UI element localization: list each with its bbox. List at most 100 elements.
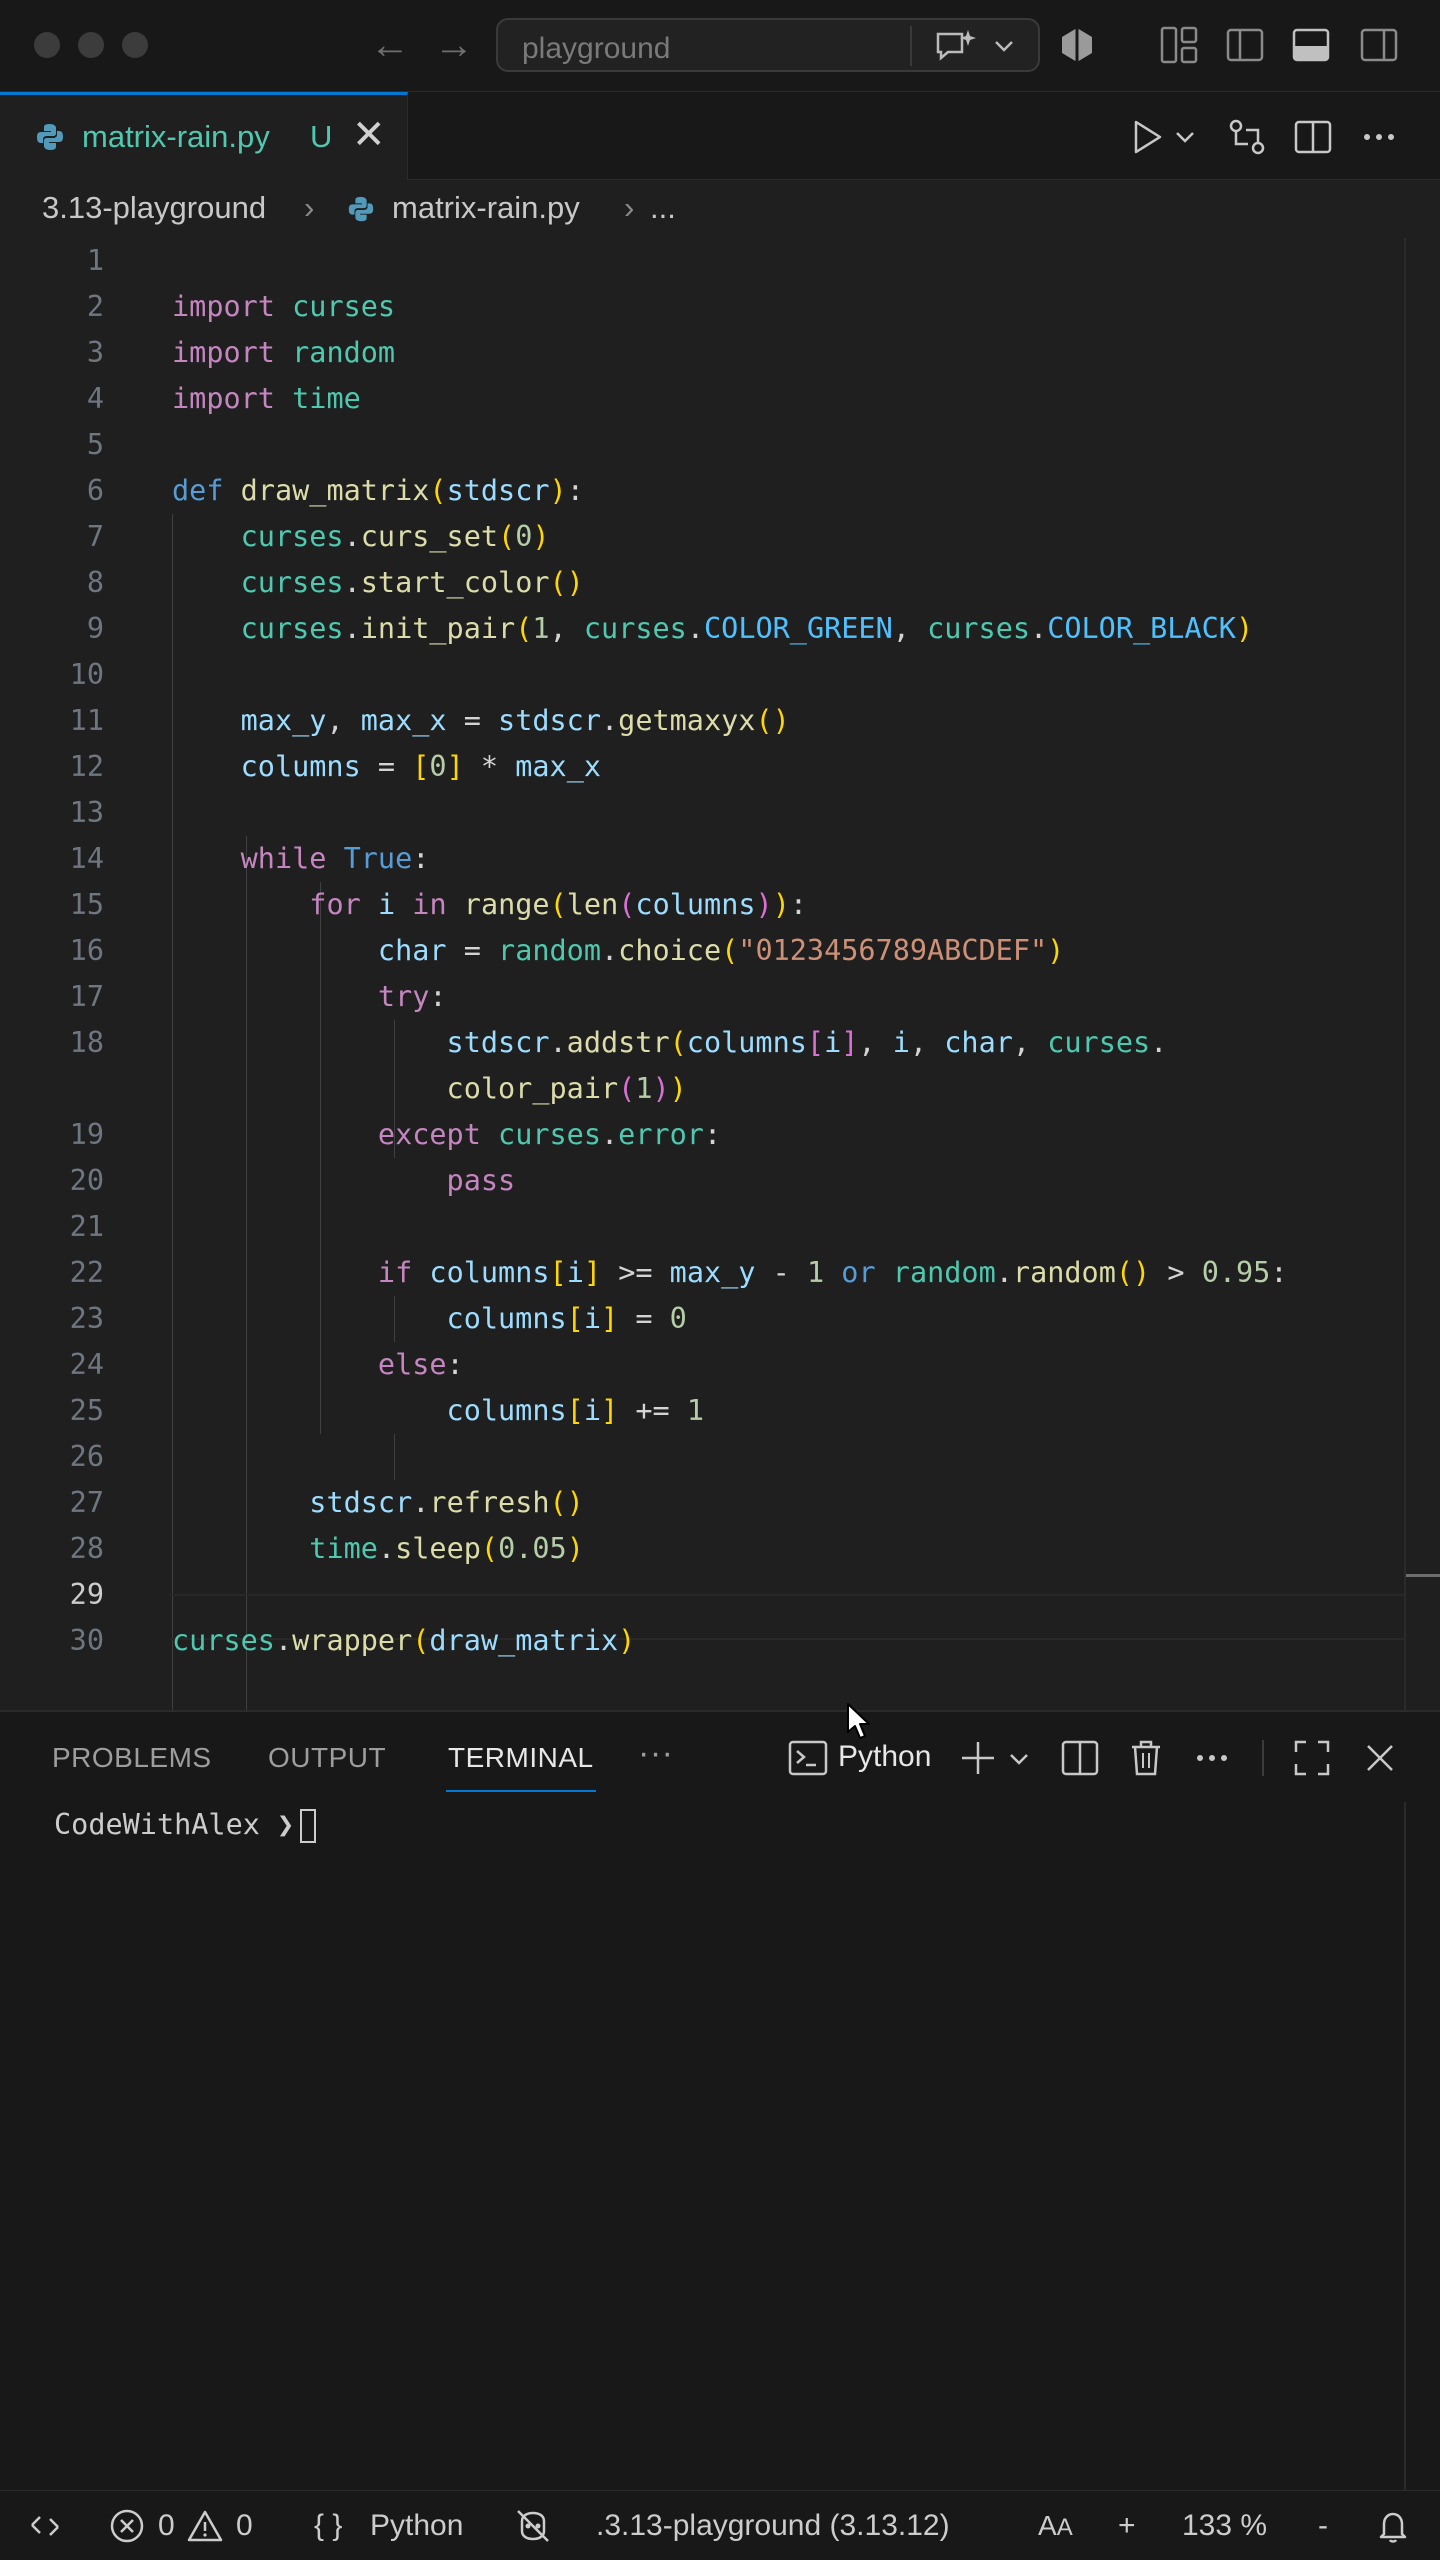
copilot-icon[interactable]	[1054, 22, 1100, 68]
python-interpreter[interactable]: .3.13-playground (3.13.12)	[596, 2509, 950, 2543]
code-text: curses.start_color()	[240, 566, 584, 599]
terminal-more-icon[interactable]	[1190, 1736, 1234, 1780]
terminal-output[interactable]: CodeWithAlex ❯	[54, 1802, 317, 1848]
code-text: try:	[377, 980, 447, 1013]
code-line: 10	[0, 652, 1440, 698]
terminal-profile-name[interactable]: Python	[838, 1740, 931, 1774]
more-actions-icon[interactable]	[1356, 114, 1402, 160]
close-tab-icon[interactable]: ✕	[352, 115, 386, 155]
breadcrumb-symbols[interactable]: ...	[650, 190, 676, 226]
line-number: 11	[69, 704, 104, 737]
code-editor[interactable]: 1 2 import curses 3 import random 4 import …	[0, 238, 1440, 1710]
tab-problems[interactable]: PROBLEMS	[52, 1742, 212, 1774]
panel-more-icon[interactable]: ···	[638, 1734, 673, 1773]
editor-tab-matrix-rain[interactable]: matrix-rain.py U ✕	[0, 92, 408, 180]
code-line: 15 for i in range(len(columns)):	[0, 882, 1440, 928]
line-number: 2	[86, 290, 104, 323]
code-text: import curses	[172, 290, 396, 323]
open-changes-icon[interactable]	[1224, 114, 1270, 160]
code-line: 24 else:	[0, 1342, 1440, 1388]
code-line: 5	[0, 422, 1440, 468]
zoom-in-button[interactable]: +	[1118, 2509, 1136, 2543]
notifications-bell-icon[interactable]	[1374, 2507, 1412, 2545]
line-number: 10	[69, 658, 104, 691]
chevron-down-icon[interactable]	[992, 34, 1016, 58]
line-number: 28	[69, 1532, 104, 1565]
code-line: 3 import random	[0, 330, 1440, 376]
maximize-panel-icon[interactable]	[1290, 1736, 1334, 1780]
line-number: 6	[86, 474, 104, 507]
close-window-button[interactable]	[34, 32, 60, 58]
terminal-prompt: CodeWithAlex ❯	[54, 1808, 295, 1841]
code-line-wrapped: color_pair(1))	[0, 1066, 1440, 1112]
warning-count[interactable]: 0	[236, 2509, 253, 2543]
maximize-window-button[interactable]	[122, 32, 148, 58]
line-number: 16	[69, 934, 104, 967]
code-line: 4 import time	[0, 376, 1440, 422]
close-panel-icon[interactable]	[1358, 1736, 1402, 1780]
back-arrow-icon[interactable]: ←	[370, 20, 410, 70]
code-text: time.sleep(0.05)	[309, 1532, 584, 1565]
code-text: stdscr.refresh()	[309, 1486, 584, 1519]
zoom-level[interactable]: 133 %	[1182, 2509, 1267, 2543]
new-terminal-icon[interactable]	[956, 1736, 1000, 1780]
command-center-search[interactable]: playground	[496, 18, 1040, 72]
breadcrumb-file[interactable]: matrix-rain.py	[392, 190, 580, 226]
code-text: color_pair(1))	[446, 1072, 687, 1105]
code-text: except curses.error:	[377, 1118, 722, 1151]
code-text: columns[i] = 0	[446, 1302, 687, 1335]
toggle-primary-sidebar-icon[interactable]	[1222, 22, 1268, 68]
status-bar: 0 0 { } Python .3.13-playground (3.13.12…	[0, 2490, 1440, 2560]
toggle-panel-icon[interactable]	[1288, 22, 1334, 68]
line-number: 8	[86, 566, 104, 599]
copilot-disabled-icon[interactable]	[514, 2507, 552, 2545]
code-line: 14 while True:	[0, 836, 1440, 882]
font-size-icon[interactable]: AA	[1038, 2509, 1073, 2545]
editor-tab-bar: matrix-rain.py U ✕	[0, 92, 1440, 180]
language-mode[interactable]: Python	[370, 2509, 463, 2543]
remote-indicator-icon[interactable]	[26, 2507, 64, 2545]
chat-sparkle-icon[interactable]	[932, 28, 976, 64]
warning-icon[interactable]	[186, 2507, 224, 2545]
language-braces-icon[interactable]: { }	[314, 2509, 342, 2543]
code-line: 7 curses.curs_set(0)	[0, 514, 1440, 560]
terminal-launch-profile-chevron-icon[interactable]	[1008, 1748, 1030, 1770]
line-number: 12	[69, 750, 104, 783]
line-number: 14	[69, 842, 104, 875]
tab-output[interactable]: OUTPUT	[268, 1742, 386, 1774]
split-editor-icon[interactable]	[1290, 114, 1336, 160]
terminal-scrollbar[interactable]	[1404, 1802, 1406, 2492]
code-text: curses.init_pair(1, curses.COLOR_GREEN, …	[240, 612, 1254, 645]
code-line: 25 columns[i] += 1	[0, 1388, 1440, 1434]
code-line: 6 def draw_matrix(stdscr):	[0, 468, 1440, 514]
error-count[interactable]: 0	[158, 2509, 175, 2543]
run-options-chevron-icon[interactable]	[1174, 126, 1196, 148]
terminal-cursor	[300, 1809, 317, 1843]
code-line: 22 if columns[i] >= max_y - 1 or random.…	[0, 1250, 1440, 1296]
line-number: 18	[69, 1026, 104, 1059]
code-line: 18 stdscr.addstr(columns[i], i, char, cu…	[0, 1020, 1440, 1066]
breadcrumb: 3.13-playground › matrix-rain.py › ...	[0, 180, 1440, 238]
kill-terminal-trash-icon[interactable]	[1124, 1736, 1168, 1780]
code-line: 11 max_y, max_x = stdscr.getmaxyx()	[0, 698, 1440, 744]
forward-arrow-icon[interactable]: →	[434, 20, 474, 70]
line-number: 23	[69, 1302, 104, 1335]
line-number: 22	[69, 1256, 104, 1289]
minimize-window-button[interactable]	[78, 32, 104, 58]
run-python-file-icon[interactable]	[1124, 114, 1170, 160]
code-text: max_y, max_x = stdscr.getmaxyx()	[240, 704, 790, 737]
code-line: 23 columns[i] = 0	[0, 1296, 1440, 1342]
split-terminal-icon[interactable]	[1058, 1736, 1102, 1780]
line-number: 20	[69, 1164, 104, 1197]
toggle-secondary-sidebar-icon[interactable]	[1356, 22, 1402, 68]
code-text: curses.wrapper(draw_matrix)	[172, 1624, 636, 1657]
code-text: char = random.choice("0123456789ABCDEF")	[377, 934, 1065, 967]
code-line: 12 columns = [0] * max_x	[0, 744, 1440, 790]
breadcrumb-folder[interactable]: 3.13-playground	[42, 190, 266, 226]
error-icon[interactable]	[108, 2507, 146, 2545]
customize-layout-icon[interactable]	[1156, 22, 1202, 68]
zoom-out-button[interactable]: -	[1318, 2509, 1328, 2543]
tab-terminal[interactable]: TERMINAL	[448, 1742, 594, 1774]
code-line: 20 pass	[0, 1158, 1440, 1204]
code-text: columns[i] += 1	[446, 1394, 704, 1427]
